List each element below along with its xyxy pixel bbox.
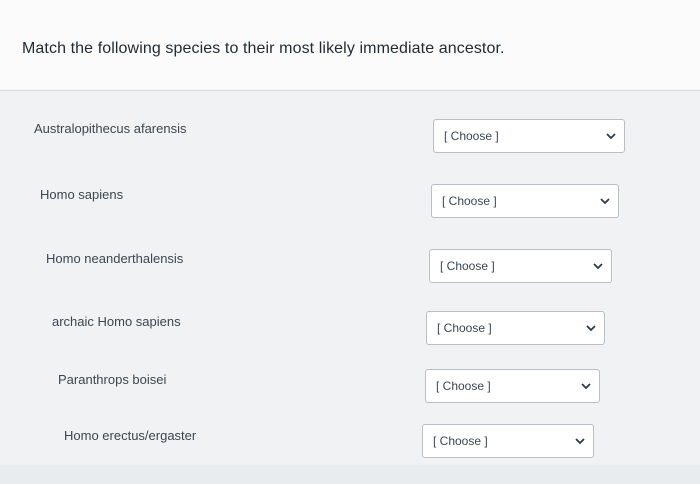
chevron-down-icon — [593, 263, 603, 270]
match-row: Paranthrops boisei [ Choose ] — [0, 369, 700, 429]
dropdown-value: [ Choose ] — [436, 379, 491, 393]
chevron-down-icon — [581, 383, 591, 390]
match-term: archaic Homo sapiens — [52, 314, 181, 329]
matching-list: Australopithecus afarensis [ Choose ] Ho… — [0, 91, 700, 465]
dropdown-value: [ Choose ] — [444, 129, 499, 143]
match-row: Homo neanderthalensis [ Choose ] — [0, 249, 700, 309]
chevron-down-icon — [575, 438, 585, 445]
match-term: Homo neanderthalensis — [46, 251, 184, 266]
dropdown-value: [ Choose ] — [437, 321, 492, 335]
answer-dropdown[interactable]: [ Choose ] — [433, 119, 625, 153]
dropdown-value: [ Choose ] — [433, 434, 488, 448]
match-term: Homo erectus/ergaster — [64, 428, 197, 443]
match-row: Homo erectus/ergaster [ Choose ] — [0, 424, 700, 484]
chevron-down-icon — [586, 325, 596, 332]
answer-dropdown[interactable]: [ Choose ] — [429, 249, 612, 283]
question-prompt: Match the following species to their mos… — [22, 40, 505, 57]
dropdown-value: [ Choose ] — [442, 194, 497, 208]
answer-dropdown[interactable]: [ Choose ] — [431, 184, 619, 218]
match-row: Australopithecus afarensis [ Choose ] — [0, 119, 700, 179]
chevron-down-icon — [600, 198, 610, 205]
answer-dropdown[interactable]: [ Choose ] — [426, 311, 605, 345]
match-term: Australopithecus afarensis — [34, 121, 187, 136]
dropdown-value: [ Choose ] — [440, 259, 495, 273]
answer-dropdown[interactable]: [ Choose ] — [425, 369, 600, 403]
match-term: Homo sapiens — [40, 187, 124, 202]
match-row: Homo sapiens [ Choose ] — [0, 184, 700, 244]
answer-dropdown[interactable]: [ Choose ] — [422, 424, 594, 458]
match-term: Paranthrops boisei — [58, 372, 167, 387]
chevron-down-icon — [606, 133, 616, 140]
match-row: archaic Homo sapiens [ Choose ] — [0, 311, 700, 371]
quiz-question-card: Match the following species to their mos… — [0, 0, 700, 465]
